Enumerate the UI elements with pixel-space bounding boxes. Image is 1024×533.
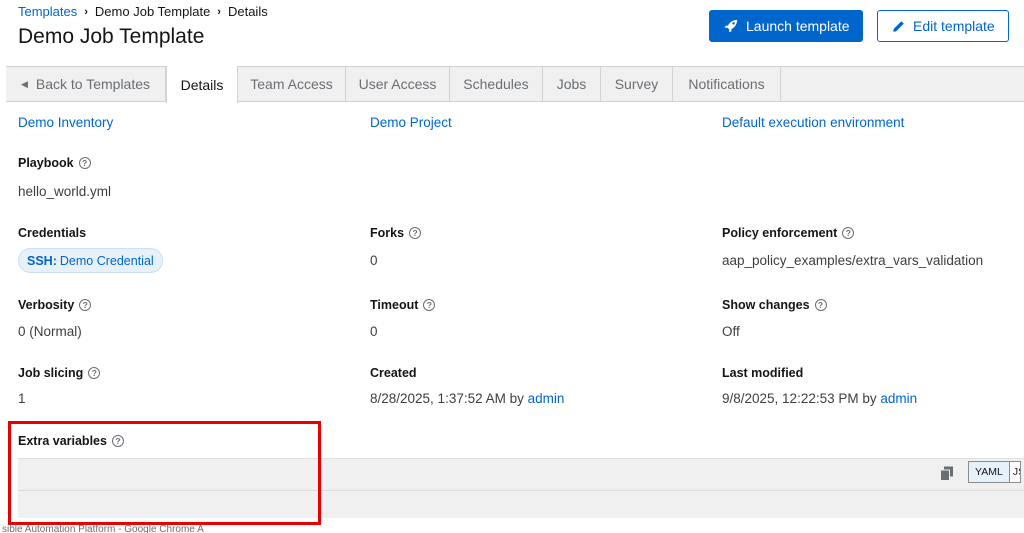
launch-template-label: Launch template: [746, 18, 850, 34]
modified-date: 9/8/2025, 12:22:53 PM by: [722, 391, 877, 406]
edit-template-button[interactable]: Edit template: [877, 10, 1009, 42]
tab-back-to-templates[interactable]: ◀ Back to Templates: [6, 66, 166, 102]
tab-user-access[interactable]: User Access: [346, 66, 450, 102]
job-template-details-page: Templates › Demo Job Template › Details …: [0, 0, 1024, 533]
policy-enforcement-label-text: Policy enforcement: [722, 226, 838, 240]
help-icon[interactable]: ?: [814, 299, 827, 311]
playbook-label-text: Playbook: [18, 156, 74, 170]
show-changes-value: Off: [722, 324, 740, 339]
breadcrumb-templates-link[interactable]: Templates: [18, 4, 77, 19]
launch-template-button[interactable]: Launch template: [709, 10, 863, 42]
project-link[interactable]: Demo Project: [370, 115, 452, 130]
tab-bar: ◀ Back to Templates Details Team Access …: [6, 66, 1024, 103]
verbosity-value: 0 (Normal): [18, 324, 82, 339]
credential-chip[interactable]: SSH: Demo Credential: [18, 248, 163, 273]
inventory-link[interactable]: Demo Inventory: [18, 115, 113, 130]
tab-details[interactable]: Details: [166, 66, 238, 103]
help-icon[interactable]: ?: [423, 299, 436, 311]
tab-details-label: Details: [180, 76, 224, 93]
job-slicing-value: 1: [18, 391, 26, 406]
timeout-label-text: Timeout: [370, 298, 419, 312]
editor-mode-toggle: YAML JSON: [968, 461, 1021, 483]
tab-notifications-label: Notifications: [688, 76, 765, 92]
timeout-label: Timeout ?: [370, 298, 436, 312]
help-icon[interactable]: ?: [842, 227, 855, 239]
help-icon[interactable]: ?: [88, 367, 101, 379]
tab-jobs-label: Jobs: [556, 76, 587, 92]
tab-team-access[interactable]: Team Access: [238, 66, 346, 102]
job-slicing-label: Job slicing ?: [18, 366, 101, 380]
show-changes-label: Show changes ?: [722, 298, 827, 312]
tab-survey-label: Survey: [614, 76, 659, 92]
verbosity-label-text: Verbosity: [18, 298, 75, 312]
tab-user-access-label: User Access: [358, 76, 437, 92]
help-icon[interactable]: ?: [409, 227, 422, 239]
help-icon[interactable]: ?: [78, 157, 91, 169]
tab-team-access-label: Team Access: [250, 76, 333, 92]
tab-survey[interactable]: Survey: [601, 66, 673, 102]
tab-schedules[interactable]: Schedules: [450, 66, 543, 102]
json-mode-button[interactable]: JSON: [1010, 462, 1020, 482]
created-value: 8/28/2025, 1:37:52 AM by admin: [370, 391, 564, 406]
yaml-mode-button[interactable]: YAML: [969, 462, 1010, 482]
job-slicing-label-text: Job slicing: [18, 366, 84, 380]
page-title: Demo Job Template: [18, 25, 205, 48]
rocket-icon: [724, 19, 738, 33]
edit-template-label: Edit template: [913, 18, 995, 34]
policy-enforcement-label: Policy enforcement ?: [722, 226, 855, 240]
created-label: Created: [370, 366, 417, 380]
credential-type: SSH:: [27, 253, 57, 268]
created-by-link[interactable]: admin: [528, 391, 565, 406]
breadcrumb-current: Details: [227, 4, 268, 19]
created-date: 8/28/2025, 1:37:52 AM by: [370, 391, 524, 406]
playbook-value: hello_world.yml: [18, 184, 112, 199]
policy-enforcement-value: aap_policy_examples/extra_vars_validatio…: [722, 253, 984, 268]
tab-notifications[interactable]: Notifications: [673, 66, 781, 102]
chevron-right-icon: ›: [84, 5, 88, 18]
window-caption: sible Automation Platform - Google Chrom…: [2, 524, 204, 533]
execution-environment-link[interactable]: Default execution environment: [722, 115, 904, 130]
credential-name: Demo Credential: [59, 253, 154, 268]
tab-jobs[interactable]: Jobs: [543, 66, 601, 102]
help-icon[interactable]: ?: [79, 299, 92, 311]
last-modified-label: Last modified: [722, 366, 804, 380]
playbook-label: Playbook ?: [18, 156, 91, 170]
show-changes-label-text: Show changes: [722, 298, 810, 312]
highlight-annotation: [8, 421, 321, 525]
chevron-right-icon: ›: [217, 5, 221, 18]
breadcrumb-template-link[interactable]: Demo Job Template: [95, 4, 210, 19]
tab-schedules-label: Schedules: [463, 76, 529, 92]
forks-label: Forks ?: [370, 226, 422, 240]
modified-by-link[interactable]: admin: [880, 391, 917, 406]
credentials-label: Credentials: [18, 226, 87, 240]
copy-icon[interactable]: [940, 466, 954, 486]
forks-label-text: Forks: [370, 226, 405, 240]
caret-left-icon: ◀: [20, 78, 28, 89]
verbosity-label: Verbosity ?: [18, 298, 92, 312]
last-modified-value: 9/8/2025, 12:22:53 PM by admin: [722, 391, 917, 406]
forks-value: 0: [370, 253, 378, 268]
tab-back-label: Back to Templates: [35, 76, 151, 92]
breadcrumb: Templates › Demo Job Template › Details: [18, 4, 268, 19]
timeout-value: 0: [370, 324, 378, 339]
pencil-icon: [892, 20, 905, 33]
